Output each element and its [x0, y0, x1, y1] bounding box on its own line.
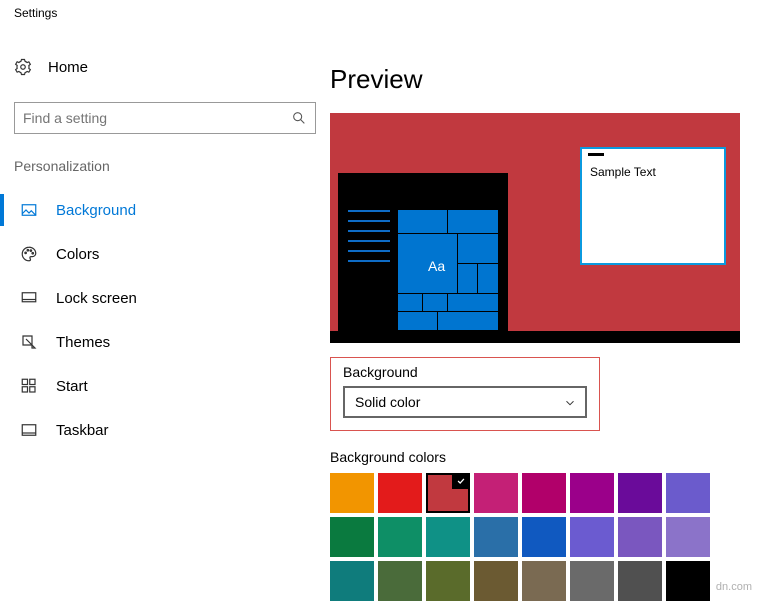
- color-swatch[interactable]: [330, 473, 374, 513]
- color-swatch[interactable]: [378, 561, 422, 601]
- color-swatch[interactable]: [474, 473, 518, 513]
- picture-icon: [20, 201, 38, 219]
- window-accent-bar: [588, 153, 604, 156]
- lockscreen-icon: [20, 289, 38, 307]
- menu-lines-icon: [348, 210, 390, 270]
- color-swatch[interactable]: [666, 473, 710, 513]
- checkmark-icon: [452, 473, 470, 489]
- color-swatch[interactable]: [474, 517, 518, 557]
- background-colors-label: Background colors: [330, 449, 748, 465]
- sidebar-item-label: Background: [56, 202, 136, 219]
- home-label: Home: [48, 59, 88, 76]
- color-swatch[interactable]: [618, 561, 662, 601]
- color-swatch[interactable]: [666, 517, 710, 557]
- color-swatch[interactable]: [618, 473, 662, 513]
- color-grid: [330, 473, 748, 601]
- search-input[interactable]: [14, 102, 316, 134]
- sidebar-item-label: Start: [56, 378, 88, 395]
- color-swatch[interactable]: [570, 473, 614, 513]
- color-swatch[interactable]: [378, 517, 422, 557]
- color-swatch[interactable]: [570, 517, 614, 557]
- sidebar-item-lockscreen[interactable]: Lock screen: [14, 276, 316, 320]
- section-label: Personalization: [14, 158, 316, 174]
- color-swatch[interactable]: [378, 473, 422, 513]
- color-swatch[interactable]: [426, 517, 470, 557]
- sidebar-item-start[interactable]: Start: [14, 364, 316, 408]
- start-icon: [20, 377, 38, 395]
- search-field[interactable]: [23, 110, 291, 126]
- background-label: Background: [343, 364, 587, 380]
- search-icon: [291, 110, 307, 126]
- sidebar-item-label: Taskbar: [56, 422, 109, 439]
- font-sample-aa: Aa: [428, 258, 445, 274]
- chevron-down-icon: [563, 396, 575, 408]
- dropdown-value: Solid color: [355, 394, 420, 410]
- sidebar-item-label: Colors: [56, 246, 99, 263]
- taskbar-preview: [330, 331, 740, 343]
- tile-grid: Aa: [398, 210, 498, 330]
- palette-icon: [20, 245, 38, 263]
- preview-panel: Aa Sample Text: [330, 113, 740, 343]
- gear-icon: [14, 58, 32, 76]
- color-swatch[interactable]: [522, 473, 566, 513]
- themes-icon: [20, 333, 38, 351]
- color-swatch[interactable]: [618, 517, 662, 557]
- preview-heading: Preview: [330, 64, 748, 95]
- background-dropdown[interactable]: Solid color: [343, 386, 587, 418]
- sidebar-item-colors[interactable]: Colors: [14, 232, 316, 276]
- start-preview: Aa: [338, 173, 508, 343]
- color-swatch[interactable]: [330, 561, 374, 601]
- watermark: dn.com: [716, 581, 752, 593]
- app-title: Settings: [0, 0, 758, 26]
- color-swatch[interactable]: [426, 561, 470, 601]
- sidebar-item-label: Lock screen: [56, 290, 137, 307]
- color-swatch[interactable]: [666, 561, 710, 601]
- background-setting-highlight: Background Solid color: [330, 357, 600, 431]
- sidebar-item-taskbar[interactable]: Taskbar: [14, 408, 316, 452]
- color-swatch[interactable]: [330, 517, 374, 557]
- color-swatch[interactable]: [522, 561, 566, 601]
- sample-window: Sample Text: [580, 147, 726, 265]
- color-swatch[interactable]: [474, 561, 518, 601]
- sidebar-item-themes[interactable]: Themes: [14, 320, 316, 364]
- sidebar-item-label: Themes: [56, 334, 110, 351]
- taskbar-icon: [20, 421, 38, 439]
- color-swatch[interactable]: [426, 473, 470, 513]
- color-swatch[interactable]: [522, 517, 566, 557]
- home-link[interactable]: Home: [14, 58, 316, 76]
- sidebar-item-background[interactable]: Background: [14, 188, 316, 232]
- color-swatch[interactable]: [570, 561, 614, 601]
- sample-text: Sample Text: [590, 165, 656, 179]
